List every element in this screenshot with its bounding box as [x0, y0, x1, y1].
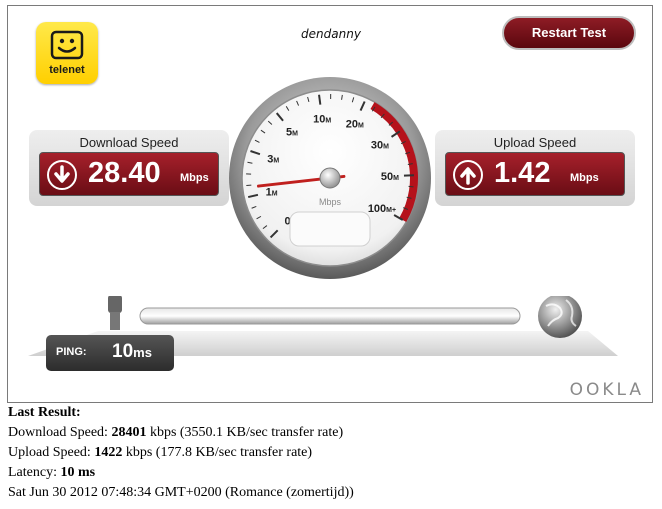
upload-speed-value: 1.42: [494, 157, 551, 189]
gauge-major-tick: [318, 94, 322, 105]
download-speed-title: Download Speed: [79, 135, 179, 150]
gauge-readout-window: [289, 211, 371, 247]
arrow-up-icon: [453, 160, 483, 190]
upload-speed-unit: Mbps: [570, 172, 599, 184]
globe-icon: [538, 296, 582, 338]
latency-tube: [139, 307, 521, 325]
ping-value: 10ms: [112, 341, 152, 362]
restart-test-button[interactable]: Restart Test: [502, 16, 636, 50]
download-speed-value: 28.40: [88, 157, 161, 189]
download-speed-box: Download Speed 28.40 Mbps: [29, 130, 229, 206]
speed-gauge: 01M3M5M10M 20M30M50M100M+ Mbps: [229, 77, 431, 279]
logo-label: telenet: [49, 64, 85, 76]
results-timestamp: Sat Jun 30 2012 07:48:34 GMT+0200 (Roman…: [8, 485, 354, 500]
results-upload-line: Upload Speed: 1422 kbps (177.8 KB/sec tr…: [8, 445, 313, 460]
ookla-logo: OOKLA: [569, 380, 644, 400]
speedtest-panel: telenet dendanny Restart Test Download S…: [7, 5, 653, 403]
upload-speed-display: 1.42 Mbps: [445, 152, 625, 196]
results-latency-line: Latency: 10 ms: [8, 465, 96, 480]
person-icon: [108, 296, 122, 330]
gauge-hub: [319, 167, 341, 189]
ping-label: PING:: [56, 346, 87, 358]
upload-speed-box: Upload Speed 1.42 Mbps: [435, 130, 635, 206]
ping-box: PING: 10ms: [46, 335, 174, 371]
results-heading: Last Result:: [8, 405, 81, 420]
download-speed-display: 28.40 Mbps: [39, 152, 219, 196]
last-result-text: Last Result: Download Speed: 28401 kbps …: [8, 403, 354, 503]
gauge-minor-tick: [408, 185, 414, 188]
download-speed-unit: Mbps: [180, 172, 209, 184]
results-download-line: Download Speed: 28401 kbps (3550.1 KB/se…: [8, 425, 344, 440]
gauge-unit-label: Mbps: [319, 197, 342, 207]
upload-speed-title: Upload Speed: [493, 135, 577, 150]
arrow-down-icon: [47, 160, 77, 190]
